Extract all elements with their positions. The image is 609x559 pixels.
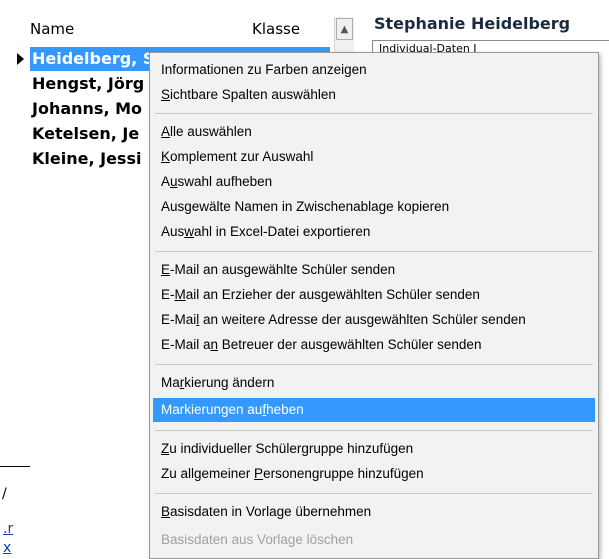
menu-item-label: E-Mail an Betreuer der ausgewählten Schü… bbox=[161, 337, 482, 352]
menu-item-label: Markierungen aufheben bbox=[161, 402, 304, 417]
bottom-link[interactable]: x bbox=[3, 540, 11, 556]
menu-separator bbox=[155, 113, 593, 114]
student-name: Ketelsen, Je bbox=[32, 124, 140, 143]
menu-item-label: Zu allgemeiner Personengruppe hinzufügen bbox=[161, 466, 424, 481]
menu-item-clear-selection[interactable]: Auswahl aufheben bbox=[153, 171, 595, 193]
menu-item-export-excel[interactable]: Auswahl in Excel-Datei exportieren bbox=[153, 221, 595, 243]
menu-item-invert-selection[interactable]: Komplement zur Auswahl bbox=[153, 146, 595, 168]
menu-item-label: Ausgewälte Namen in Zwischenablage kopie… bbox=[161, 199, 450, 214]
student-name: Heidelberg, S bbox=[32, 49, 155, 68]
menu-item-label: Auswahl aufheben bbox=[161, 174, 273, 189]
menu-item-show-color-info[interactable]: Informationen zu Farben anzeigen bbox=[153, 59, 595, 81]
menu-item-label: Basisdaten in Vorlage übernehmen bbox=[161, 504, 372, 519]
menu-item-label: Komplement zur Auswahl bbox=[161, 149, 314, 164]
menu-item-copy-names-clipboard[interactable]: Ausgewälte Namen in Zwischenablage kopie… bbox=[153, 196, 595, 218]
bottom-text: / bbox=[2, 486, 7, 502]
menu-item-label: E-Mail an ausgewählte Schüler senden bbox=[161, 262, 396, 277]
menu-item-label: Markierung ändern bbox=[161, 375, 275, 390]
menu-separator bbox=[155, 364, 593, 365]
menu-item-email-supervisors[interactable]: E-Mail an Betreuer der ausgewählten Schü… bbox=[153, 334, 595, 356]
menu-item-save-to-template[interactable]: Basisdaten in Vorlage übernehmen bbox=[153, 501, 595, 523]
bottom-link[interactable]: .r bbox=[3, 521, 13, 537]
menu-item-label: Sichtbare Spalten auswählen bbox=[161, 87, 336, 102]
menu-item-select-visible-columns[interactable]: Sichtbare Spalten auswählen bbox=[153, 84, 595, 106]
column-header-name[interactable]: Name bbox=[30, 20, 74, 38]
menu-item-label: Basisdaten aus Vorlage löschen bbox=[161, 532, 354, 547]
menu-item-email-students[interactable]: E-Mail an ausgewählte Schüler senden bbox=[153, 259, 595, 281]
menu-item-remove-markings[interactable]: Markierungen aufheben bbox=[153, 398, 595, 422]
menu-separator bbox=[155, 251, 593, 252]
menu-item-email-other-address[interactable]: E-Mail an weitere Adresse der ausgewählt… bbox=[153, 309, 595, 331]
context-menu: Informationen zu Farben anzeigen Sichtba… bbox=[149, 52, 599, 559]
menu-item-label: Alle auswählen bbox=[161, 124, 252, 139]
menu-item-label: Auswahl in Excel-Datei exportieren bbox=[161, 224, 371, 239]
menu-item-label: E-Mail an weitere Adresse der ausgewählt… bbox=[161, 312, 526, 327]
student-name: Hengst, Jörg bbox=[32, 74, 145, 93]
menu-item-label: Informationen zu Farben anzeigen bbox=[161, 62, 367, 77]
menu-item-select-all[interactable]: Alle auswählen bbox=[153, 121, 595, 143]
menu-item-label: E-Mail an Erzieher der ausgewählten Schü… bbox=[161, 287, 480, 302]
menu-separator bbox=[155, 493, 593, 494]
menu-separator bbox=[155, 430, 593, 431]
menu-item-email-guardians[interactable]: E-Mail an Erzieher der ausgewählten Schü… bbox=[153, 284, 595, 306]
menu-item-add-to-student-group[interactable]: Zu individueller Schülergruppe hinzufüge… bbox=[153, 438, 595, 460]
menu-item-delete-from-template[interactable]: Basisdaten aus Vorlage löschen bbox=[153, 529, 595, 551]
current-row-pointer-icon bbox=[17, 53, 24, 65]
divider bbox=[0, 466, 30, 467]
column-header-klasse[interactable]: Klasse bbox=[252, 20, 300, 38]
student-name: Johanns, Mo bbox=[32, 99, 142, 118]
scroll-up-button[interactable]: ▲ bbox=[336, 18, 353, 40]
student-name: Kleine, Jessi bbox=[32, 149, 142, 168]
list-header: Name Klasse bbox=[30, 18, 330, 43]
menu-item-add-to-person-group[interactable]: Zu allgemeiner Personengruppe hinzufügen bbox=[153, 463, 595, 485]
chevron-up-icon: ▲ bbox=[340, 23, 349, 35]
student-detail-title: Stephanie Heidelberg bbox=[374, 14, 571, 33]
menu-item-change-marking[interactable]: Markierung ändern bbox=[153, 372, 595, 394]
menu-item-label: Zu individueller Schülergruppe hinzufüge… bbox=[161, 441, 414, 456]
